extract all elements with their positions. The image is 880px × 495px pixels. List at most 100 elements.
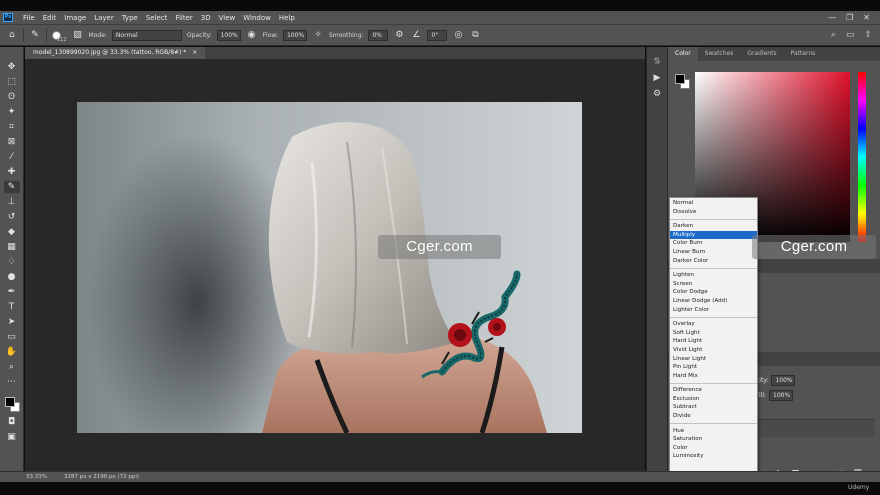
blend-subtract[interactable]: Subtract (670, 403, 757, 412)
opacity-field[interactable]: 100% (216, 29, 241, 41)
close-tab-icon[interactable]: × (192, 47, 197, 59)
minimize-button[interactable]: — (828, 13, 836, 22)
blend-divide[interactable]: Divide (670, 412, 757, 421)
brush-tool-icon[interactable]: ✎ (3, 181, 20, 193)
color-swatches[interactable] (3, 395, 21, 413)
layer-opacity-field[interactable]: 100% (771, 375, 796, 386)
flow-field[interactable]: 100% (282, 29, 307, 41)
blend-darken[interactable]: Darken (670, 222, 757, 231)
blend-pin-light[interactable]: Pin Light (670, 363, 757, 372)
healing-tool-icon[interactable]: ✚ (4, 166, 20, 178)
dodge-tool-icon[interactable]: ● (4, 271, 20, 283)
blend-vivid-light[interactable]: Vivid Light (670, 346, 757, 355)
tab-gradients[interactable]: Gradients (740, 47, 783, 61)
blend-exclusion[interactable]: Exclusion (670, 395, 757, 404)
close-button[interactable]: ✕ (863, 13, 870, 22)
menu-file[interactable]: File (19, 14, 39, 22)
crop-tool-icon[interactable]: ⌗ (4, 121, 20, 133)
blend-linear-light[interactable]: Linear Light (670, 355, 757, 364)
blend-multiply[interactable]: Multiply (670, 230, 757, 240)
smoothing-field[interactable]: 0% (368, 29, 389, 41)
quick-mask-icon[interactable]: ◘ (4, 416, 20, 428)
blend-saturation[interactable]: Saturation (670, 435, 757, 444)
history-panel-icon[interactable]: ⥮ (654, 57, 661, 67)
tab-patterns[interactable]: Patterns (784, 47, 823, 61)
menu-layer[interactable]: Layer (90, 14, 118, 22)
airbrush-icon[interactable]: ✧ (312, 30, 324, 40)
screen-mode-icon[interactable]: ▣ (4, 431, 20, 443)
menu-image[interactable]: Image (60, 14, 90, 22)
search-icon[interactable]: ⌕ (831, 30, 836, 40)
pen-tool-icon[interactable]: ✒ (4, 286, 20, 298)
blend-screen[interactable]: Screen (670, 280, 757, 289)
blend-lighter-color[interactable]: Lighter Color (670, 306, 757, 315)
menu-help[interactable]: Help (275, 14, 299, 22)
blend-hard-light[interactable]: Hard Light (670, 337, 757, 346)
eyedropper-tool-icon[interactable]: ⁄ (4, 151, 20, 163)
blend-overlay[interactable]: Overlay (670, 320, 757, 329)
blend-difference[interactable]: Difference (670, 386, 757, 395)
marquee-tool-icon[interactable]: ⬚ (4, 76, 20, 88)
menu-select[interactable]: Select (142, 14, 172, 22)
blend-hue[interactable]: Hue (670, 427, 757, 436)
brush-tool-icon[interactable]: ✎ (29, 30, 41, 40)
lasso-tool-icon[interactable]: ʘ (4, 91, 20, 103)
zoom-level[interactable]: 33.33% (26, 472, 47, 482)
workspace-icon[interactable]: ▭ (846, 30, 855, 40)
blend-dissolve[interactable]: Dissolve (670, 208, 757, 217)
menu-3d[interactable]: 3D (197, 14, 215, 22)
blend-darker-color[interactable]: Darker Color (670, 257, 757, 266)
blend-soft-light[interactable]: Soft Light (670, 329, 757, 338)
blend-color-dodge[interactable]: Color Dodge (670, 288, 757, 297)
frame-tool-icon[interactable]: ⊠ (4, 136, 20, 148)
menu-view[interactable]: View (215, 14, 240, 22)
symmetry-icon[interactable]: ⧉ (469, 30, 481, 40)
document-canvas[interactable] (77, 102, 582, 433)
history-brush-icon[interactable]: ↺ (4, 211, 20, 223)
type-tool-icon[interactable]: T (4, 301, 20, 313)
move-tool-icon[interactable]: ✥ (4, 61, 20, 73)
blend-color-burn[interactable]: Color Burn (670, 239, 757, 248)
menu-window[interactable]: Window (239, 14, 275, 22)
document-tab[interactable]: model_130899020.jpg @ 33.3% (tattoo, RGB… (25, 47, 206, 59)
mode-select[interactable]: Normal (111, 29, 182, 41)
blend-hard-mix[interactable]: Hard Mix (670, 372, 757, 381)
blend-luminosity[interactable]: Luminosity (670, 452, 757, 461)
tab-swatches[interactable]: Swatches (698, 47, 741, 61)
pressure-opacity-icon[interactable]: ◉ (246, 30, 258, 40)
eraser-tool-icon[interactable]: ◆ (4, 226, 20, 238)
blend-linear-dodge[interactable]: Linear Dodge (Add) (670, 297, 757, 306)
stamp-tool-icon[interactable]: ⊥ (4, 196, 20, 208)
actions-play-icon[interactable]: ▶ (654, 73, 661, 83)
layer-fill-field[interactable]: 100% (769, 390, 794, 401)
angle-field[interactable]: 0° (427, 29, 448, 41)
more-tools-icon[interactable]: ⋯ (4, 376, 20, 388)
restore-button[interactable]: ❐ (846, 13, 853, 22)
pressure-size-icon[interactable]: ◎ (452, 30, 464, 40)
blend-normal[interactable]: Normal (670, 199, 757, 208)
hue-slider[interactable] (858, 72, 866, 242)
blend-linear-burn[interactable]: Linear Burn (670, 248, 757, 257)
blend-lighten[interactable]: Lighten (670, 271, 757, 280)
foreground-color-swatch[interactable] (4, 397, 15, 407)
path-select-tool-icon[interactable]: ➤ (4, 316, 20, 328)
gradient-tool-icon[interactable]: ▦ (4, 241, 20, 253)
properties-panel-icon[interactable]: ⚙ (653, 89, 661, 99)
menu-edit[interactable]: Edit (39, 14, 61, 22)
zoom-tool-icon[interactable]: ⌕ (4, 361, 20, 373)
menu-filter[interactable]: Filter (171, 14, 196, 22)
home-icon[interactable]: ⌂ (6, 30, 18, 40)
menu-type[interactable]: Type (118, 14, 142, 22)
brush-settings-icon[interactable]: ▨ (72, 30, 84, 40)
share-icon[interactable]: ⇪ (864, 30, 872, 40)
angle-icon[interactable]: ∠ (410, 30, 422, 40)
layer-row[interactable] (756, 419, 874, 437)
quick-select-tool-icon[interactable]: ✦ (4, 106, 20, 118)
blend-color[interactable]: Color (670, 444, 757, 453)
hand-tool-icon[interactable]: ✋ (4, 346, 20, 358)
panel-foreground-swatch[interactable] (675, 74, 685, 84)
shape-tool-icon[interactable]: ▭ (4, 331, 20, 343)
gear-icon[interactable]: ⚙ (393, 30, 405, 40)
blur-tool-icon[interactable]: ♢ (4, 256, 20, 268)
tab-color[interactable]: Color (668, 47, 698, 61)
